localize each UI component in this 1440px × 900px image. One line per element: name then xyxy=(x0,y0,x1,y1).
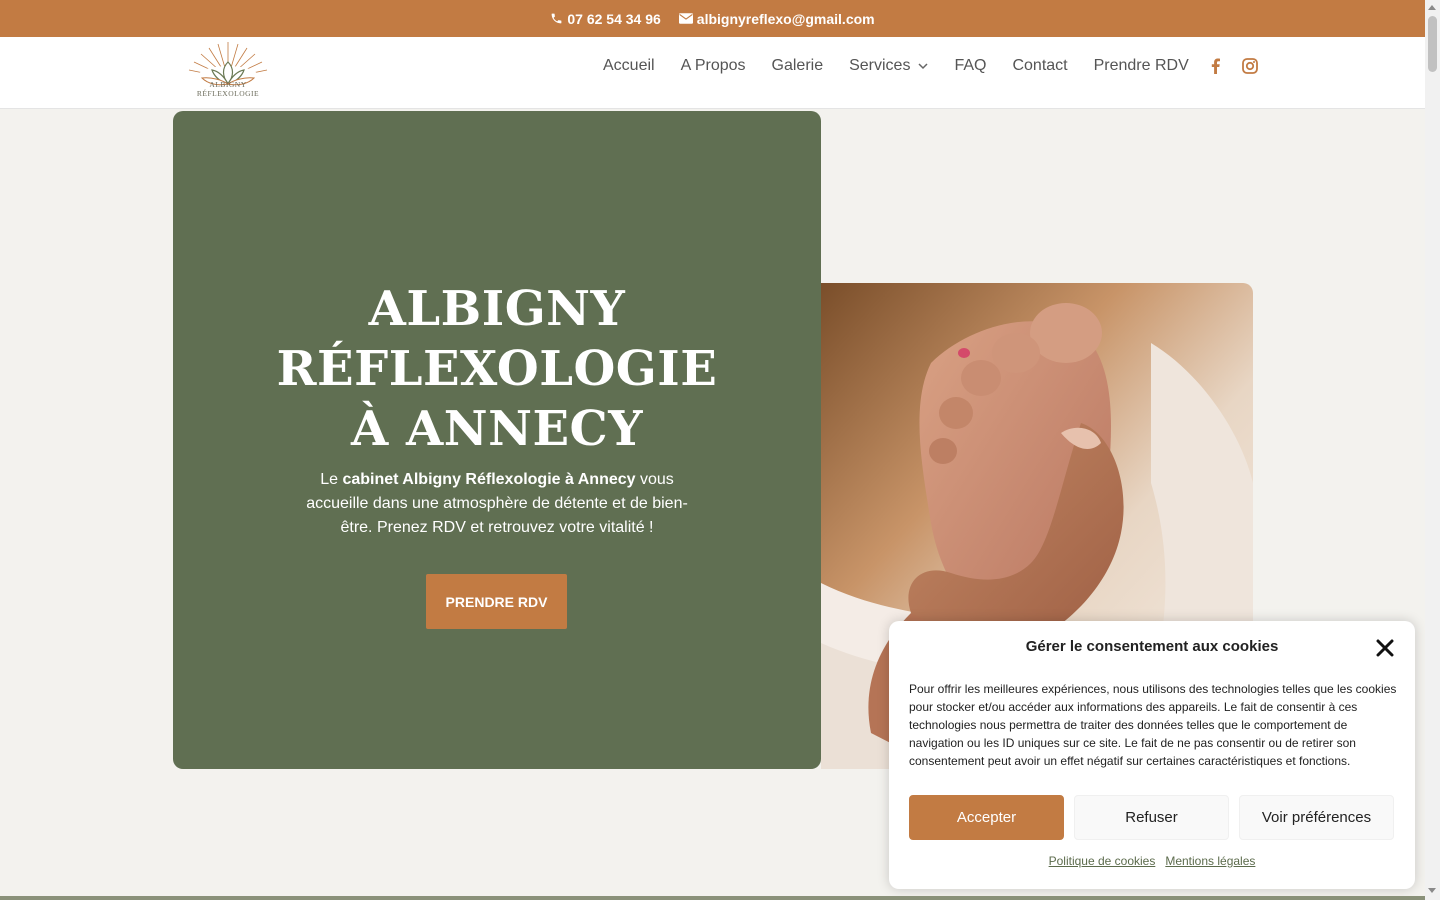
hero-text-bold: cabinet Albigny Réflexologie à Annecy xyxy=(342,471,636,488)
hero-title: ALBIGNY RÉFLEXOLOGIE À ANNECY xyxy=(173,279,821,459)
refuse-cookies-button[interactable]: Refuser xyxy=(1074,795,1229,840)
accept-cookies-button[interactable]: Accepter xyxy=(909,795,1064,840)
footer-divider xyxy=(0,896,1425,900)
nav-item-faq[interactable]: FAQ xyxy=(954,57,986,75)
cookie-actions: Accepter Refuser Voir préférences xyxy=(909,795,1394,840)
instagram-link[interactable] xyxy=(1241,58,1258,74)
nav-item-services[interactable]: Services xyxy=(849,57,928,75)
chevron-down-icon xyxy=(918,62,928,69)
prendre-rdv-button[interactable]: PRENDRE RDV xyxy=(426,574,567,629)
main-navigation: Accueil A Propos Galerie Services FAQ Co… xyxy=(603,57,1258,75)
cookie-policy-link[interactable]: Politique de cookies xyxy=(1049,854,1156,868)
instagram-icon xyxy=(1241,58,1258,74)
cookie-description: Pour offrir les meilleures expériences, … xyxy=(909,682,1397,768)
phone-icon xyxy=(552,13,562,24)
nav-item-services-label: Services xyxy=(849,57,911,74)
phone-number: 07 62 54 34 96 xyxy=(567,10,661,27)
nav-item-prendre-rdv[interactable]: Prendre RDV xyxy=(1094,57,1189,75)
phone-link[interactable]: 07 62 54 34 96 xyxy=(550,10,661,27)
facebook-icon xyxy=(1211,58,1220,74)
hero-panel: ALBIGNY RÉFLEXOLOGIE À ANNECY Le cabinet… xyxy=(173,111,821,769)
view-preferences-button[interactable]: Voir préférences xyxy=(1239,795,1394,840)
cookie-title: Gérer le consentement aux cookies xyxy=(1025,638,1279,655)
hero-title-line2: RÉFLEXOLOGIE xyxy=(276,341,718,397)
email-link[interactable]: albignyreflexo@gmail.com xyxy=(678,10,875,27)
facebook-link[interactable] xyxy=(1211,58,1220,74)
cookie-links: Politique de cookies Mentions légales xyxy=(889,854,1415,868)
cookie-consent-dialog: Gérer le consentement aux cookies Pour o… xyxy=(889,621,1415,889)
hero-title-line3: À ANNECY xyxy=(351,401,643,457)
legal-notice-link[interactable]: Mentions légales xyxy=(1165,854,1255,868)
logo-text: ALBIGNY RÉFLEXOLOGIE xyxy=(196,80,260,98)
nav-item-a-propos[interactable]: A Propos xyxy=(681,57,746,75)
site-logo[interactable]: ALBIGNY RÉFLEXOLOGIE xyxy=(178,40,278,104)
hero-title-line1: ALBIGNY xyxy=(368,281,626,337)
scroll-down-arrow-icon[interactable] xyxy=(1428,888,1436,893)
top-contact-bar: 07 62 54 34 96 albignyreflexo@gmail.com xyxy=(0,0,1425,37)
scrollbar-thumb[interactable] xyxy=(1428,16,1437,72)
vertical-scrollbar[interactable] xyxy=(1425,0,1440,900)
nav-item-contact[interactable]: Contact xyxy=(1012,57,1067,75)
hero-description: Le cabinet Albigny Réflexologie à Annecy… xyxy=(293,468,701,540)
email-address: albignyreflexo@gmail.com xyxy=(696,10,875,27)
close-icon[interactable] xyxy=(1376,639,1394,657)
nav-item-accueil[interactable]: Accueil xyxy=(603,57,655,75)
hero-text-prefix: Le xyxy=(320,471,343,488)
envelope-icon xyxy=(678,13,693,24)
nav-item-galerie[interactable]: Galerie xyxy=(772,57,824,75)
scroll-up-arrow-icon[interactable] xyxy=(1428,5,1436,10)
site-header: ALBIGNY RÉFLEXOLOGIE Accueil A Propos Ga… xyxy=(0,37,1425,109)
